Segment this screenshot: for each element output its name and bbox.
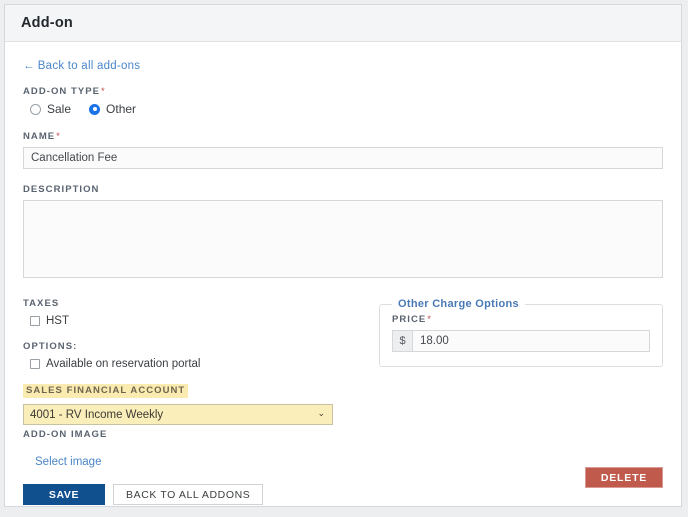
taxes-label: TAXES	[23, 298, 60, 309]
select-image-link[interactable]: Select image	[35, 456, 101, 468]
radio-option-other[interactable]: Other	[89, 102, 136, 116]
description-field-group: DESCRIPTION	[23, 184, 663, 283]
addon-type-radio-group: Sale Other	[23, 102, 663, 116]
sales-financial-account-label-text: SALES FINANCIAL ACCOUNT	[23, 384, 189, 398]
save-button[interactable]: SAVE	[23, 484, 105, 505]
card-body: ← Back to all add-ons ADD-ON TYPE* Sale O…	[5, 42, 681, 506]
description-label: DESCRIPTION	[23, 184, 100, 195]
page-title: Add-on	[21, 15, 73, 31]
checkbox-icon-reservation-portal[interactable]	[30, 359, 40, 369]
addon-type-label-text: ADD-ON TYPE	[23, 86, 100, 97]
addon-card: Add-on ← Back to all add-ons ADD-ON TYPE*…	[4, 4, 682, 507]
radio-label-sale: Sale	[47, 102, 72, 116]
other-charge-options-legend: Other Charge Options	[398, 298, 519, 310]
currency-symbol-icon: $	[392, 330, 412, 352]
card-header: Add-on	[5, 5, 681, 42]
name-label: NAME*	[23, 131, 663, 142]
checkbox-row-reservation-portal[interactable]: Available on reservation portal	[23, 358, 363, 370]
radio-icon-sale[interactable]	[30, 103, 41, 115]
form-actions: SAVE BACK TO ALL ADDONS	[23, 484, 663, 505]
options-label: OPTIONS:	[23, 341, 78, 352]
required-marker: *	[427, 314, 433, 325]
name-input[interactable]	[23, 147, 663, 169]
required-marker: *	[101, 86, 106, 97]
radio-option-sale[interactable]: Sale	[30, 102, 71, 116]
right-column: Other Charge Options PRICE* $	[363, 298, 663, 425]
price-input[interactable]	[412, 330, 650, 352]
sales-financial-account-select-wrap: 4001 - RV Income Weekly ⌄	[23, 404, 333, 425]
addon-image-label: ADD-ON IMAGE	[23, 429, 108, 440]
checkbox-label-reservation-portal: Available on reservation portal	[46, 358, 201, 370]
price-label: PRICE*	[392, 314, 650, 325]
back-to-all-addons-link[interactable]: ← Back to all add-ons	[23, 60, 140, 72]
other-charge-options-fieldset: Other Charge Options PRICE* $	[379, 298, 663, 367]
two-column-region: TAXES HST OPTIONS: Available on reservat…	[23, 298, 663, 425]
back-to-all-addons-button[interactable]: BACK TO ALL ADDONS	[113, 484, 264, 505]
price-label-text: PRICE	[392, 314, 427, 325]
checkbox-icon-hst[interactable]	[30, 316, 40, 326]
checkbox-label-hst: HST	[46, 315, 69, 327]
required-marker: *	[56, 131, 61, 142]
radio-label-other: Other	[106, 102, 137, 116]
back-link-label: Back to all add-ons	[37, 60, 141, 72]
left-column: TAXES HST OPTIONS: Available on reservat…	[23, 298, 363, 425]
checkbox-row-hst[interactable]: HST	[23, 315, 363, 327]
sales-financial-account-select[interactable]: 4001 - RV Income Weekly	[23, 404, 333, 425]
name-field-group: NAME*	[23, 131, 663, 169]
addon-type-label: ADD-ON TYPE*	[23, 86, 663, 97]
sales-financial-account-label: SALES FINANCIAL ACCOUNT	[23, 384, 363, 398]
description-textarea[interactable]	[23, 200, 663, 278]
delete-button[interactable]: DELETE	[585, 467, 663, 488]
name-label-text: NAME	[23, 131, 56, 142]
radio-icon-other[interactable]	[89, 103, 101, 115]
arrow-left-icon: ←	[23, 60, 35, 72]
price-input-group: $	[392, 330, 650, 352]
